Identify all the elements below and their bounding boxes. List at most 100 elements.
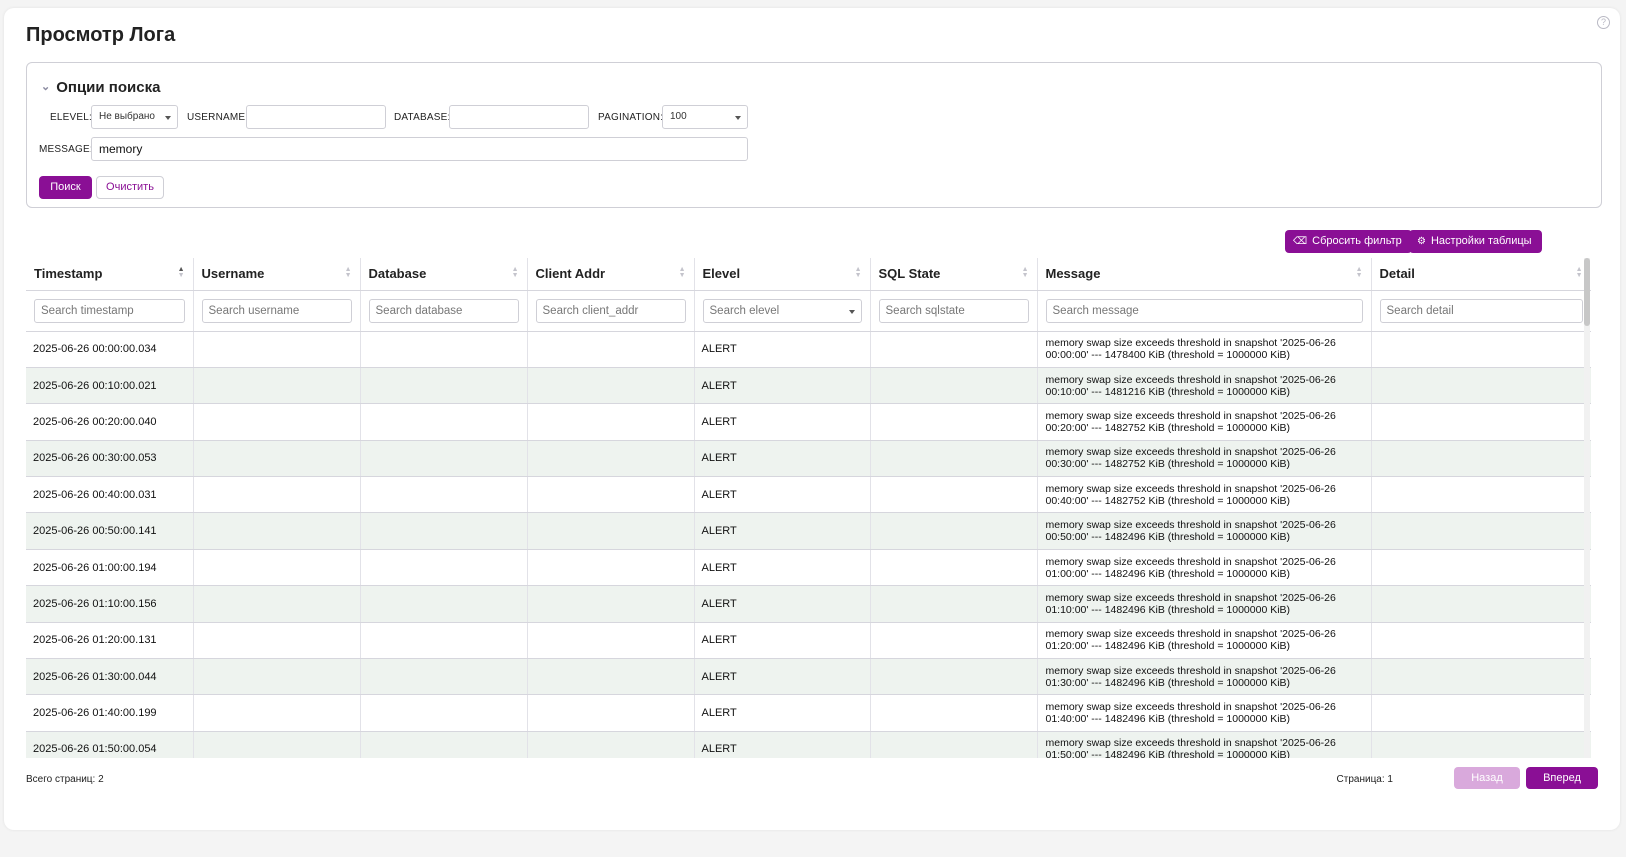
cell-username bbox=[193, 585, 361, 623]
cell-message: memory swap size exceeds threshold in sn… bbox=[1037, 585, 1372, 623]
cell-sql-state bbox=[870, 476, 1038, 514]
cell-username bbox=[193, 622, 361, 660]
cell-elevel: ALERT bbox=[694, 694, 871, 732]
column-header-detail[interactable]: Detail ▲ ▼ bbox=[1371, 258, 1591, 291]
table-row[interactable]: 2025-06-26 01:30:00.044 ALERT memory swap … bbox=[26, 658, 1591, 696]
pagination-select[interactable]: 100 bbox=[662, 105, 748, 129]
cell-timestamp: 2025-06-26 01:50:00.054 bbox=[26, 731, 194, 758]
column-header-elevel[interactable]: Elevel ▲ ▼ bbox=[694, 258, 871, 291]
cell-detail bbox=[1371, 367, 1591, 405]
sort-icon[interactable]: ▲ ▼ bbox=[345, 266, 352, 279]
search-options-toggle[interactable]: ⌄ Опции поиска bbox=[41, 79, 160, 96]
current-page: Страница: 1 bbox=[1336, 774, 1393, 785]
cell-sql-state bbox=[870, 367, 1038, 405]
cell-client-addr bbox=[527, 403, 695, 441]
sort-asc-icon[interactable]: ▲ ▼ bbox=[178, 266, 185, 279]
column-header-message[interactable]: Message ▲ ▼ bbox=[1037, 258, 1372, 291]
elevel-select[interactable]: Не выбрано bbox=[91, 105, 178, 129]
column-header-timestamp[interactable]: Timestamp ▲ ▼ bbox=[26, 258, 194, 291]
table-settings-button[interactable]: ⚙ Настройки таблицы bbox=[1409, 230, 1542, 253]
clear-button[interactable]: Очистить bbox=[96, 176, 164, 199]
search-username-input[interactable]: Search username bbox=[201, 298, 352, 323]
help-icon[interactable]: ? bbox=[1597, 16, 1610, 29]
cell-timestamp: 2025-06-26 01:40:00.199 bbox=[26, 694, 194, 732]
table-row[interactable]: 2025-06-26 01:40:00.199 ALERT memory swap … bbox=[26, 694, 1591, 732]
search-sqlstate-input[interactable]: Search sqlstate bbox=[878, 298, 1029, 323]
database-input[interactable] bbox=[449, 105, 589, 129]
cell-detail bbox=[1371, 622, 1591, 660]
header-row: Timestamp ▲ ▼ Username ▲ ▼ Database ▲ ▼ Client… bbox=[26, 258, 1591, 291]
cell-timestamp: 2025-06-26 01:00:00.194 bbox=[26, 549, 194, 587]
pagination-label: PAGINATION: bbox=[598, 112, 664, 123]
table-row[interactable]: 2025-06-26 01:50:00.054 ALERT memory swap … bbox=[26, 731, 1591, 758]
sort-icon[interactable]: ▲ ▼ bbox=[1022, 266, 1029, 279]
search-button[interactable]: Поиск bbox=[39, 176, 92, 199]
log-table-container: Timestamp ▲ ▼ Username ▲ ▼ Database ▲ ▼ Client… bbox=[26, 258, 1591, 758]
cell-database bbox=[360, 512, 528, 550]
cell-username bbox=[193, 512, 361, 550]
cell-elevel: ALERT bbox=[694, 658, 871, 696]
total-pages: Всего страниц: 2 bbox=[26, 774, 104, 785]
column-header-database[interactable]: Database ▲ ▼ bbox=[360, 258, 528, 291]
scrollbar-thumb[interactable] bbox=[1584, 258, 1590, 326]
cell-database bbox=[360, 476, 528, 514]
cell-elevel: ALERT bbox=[694, 512, 871, 550]
column-header-sql-state[interactable]: SQL State ▲ ▼ bbox=[870, 258, 1038, 291]
cell-detail bbox=[1371, 731, 1591, 758]
cell-username bbox=[193, 476, 361, 514]
cell-username bbox=[193, 731, 361, 758]
column-header-client-addr[interactable]: Client Addr ▲ ▼ bbox=[527, 258, 695, 291]
cell-elevel: ALERT bbox=[694, 367, 871, 405]
search-elevel-select[interactable]: Search elevel bbox=[702, 298, 862, 323]
cell-message: memory swap size exceeds threshold in sn… bbox=[1037, 440, 1372, 478]
cell-client-addr bbox=[527, 622, 695, 660]
cell-message: memory swap size exceeds threshold in sn… bbox=[1037, 731, 1372, 758]
table-row[interactable]: 2025-06-26 00:50:00.141 ALERT memory swap … bbox=[26, 512, 1591, 550]
table-row[interactable]: 2025-06-26 00:40:00.031 ALERT memory swap … bbox=[26, 476, 1591, 514]
search-database-input[interactable]: Search database bbox=[368, 298, 519, 323]
next-page-button[interactable]: Вперед bbox=[1526, 767, 1598, 789]
cell-client-addr bbox=[527, 549, 695, 587]
sort-icon[interactable]: ▲ ▼ bbox=[1576, 266, 1583, 279]
column-title: Database bbox=[368, 266, 427, 282]
table-row[interactable]: 2025-06-26 01:20:00.131 ALERT memory swap … bbox=[26, 622, 1591, 660]
column-title: SQL State bbox=[878, 266, 941, 282]
message-input[interactable]: memory bbox=[91, 137, 748, 161]
column-header-username[interactable]: Username ▲ ▼ bbox=[193, 258, 361, 291]
search-timestamp-input[interactable]: Search timestamp bbox=[34, 298, 185, 323]
username-input[interactable] bbox=[246, 105, 386, 129]
cell-database bbox=[360, 585, 528, 623]
cell-sql-state bbox=[870, 731, 1038, 758]
cell-sql-state bbox=[870, 658, 1038, 696]
table-row[interactable]: 2025-06-26 01:10:00.156 ALERT memory swap … bbox=[26, 585, 1591, 623]
cell-database bbox=[360, 731, 528, 758]
table-scrollbar[interactable] bbox=[1584, 258, 1590, 758]
search-client-addr-input[interactable]: Search client_addr bbox=[535, 298, 686, 323]
table-row[interactable]: 2025-06-26 00:00:00.034 ALERT memory swap … bbox=[26, 331, 1591, 368]
cell-database bbox=[360, 367, 528, 405]
log-table: Timestamp ▲ ▼ Username ▲ ▼ Database ▲ ▼ Client… bbox=[26, 258, 1591, 758]
prev-page-button[interactable]: Назад bbox=[1454, 767, 1520, 789]
sort-icon[interactable]: ▲ ▼ bbox=[855, 266, 862, 279]
cell-sql-state bbox=[870, 440, 1038, 478]
cell-database bbox=[360, 622, 528, 660]
cell-sql-state bbox=[870, 585, 1038, 623]
table-row[interactable]: 2025-06-26 01:00:00.194 ALERT memory swap … bbox=[26, 549, 1591, 587]
column-title: Timestamp bbox=[34, 266, 103, 282]
cell-elevel: ALERT bbox=[694, 403, 871, 441]
table-row[interactable]: 2025-06-26 00:30:00.053 ALERT memory swap … bbox=[26, 440, 1591, 478]
cell-username bbox=[193, 440, 361, 478]
table-row[interactable]: 2025-06-26 00:10:00.021 ALERT memory swap … bbox=[26, 367, 1591, 405]
username-label: USERNAME: bbox=[187, 112, 249, 123]
search-detail-input[interactable]: Search detail bbox=[1379, 298, 1583, 323]
reset-filter-button[interactable]: ⌫ Сбросить фильтр bbox=[1285, 230, 1412, 253]
sort-icon[interactable]: ▲ ▼ bbox=[1356, 266, 1363, 279]
search-message-input[interactable]: Search message bbox=[1045, 298, 1363, 323]
search-options-panel: ⌄ Опции поиска ELEVEL: Не выбрано USERNAM… bbox=[26, 62, 1602, 208]
sort-icon[interactable]: ▲ ▼ bbox=[679, 266, 686, 279]
message-label: MESSAGE: bbox=[39, 144, 93, 155]
cell-username bbox=[193, 331, 361, 368]
table-row[interactable]: 2025-06-26 00:20:00.040 ALERT memory swap … bbox=[26, 403, 1591, 441]
chevron-down-icon: ⌄ bbox=[41, 81, 51, 93]
sort-icon[interactable]: ▲ ▼ bbox=[512, 266, 519, 279]
